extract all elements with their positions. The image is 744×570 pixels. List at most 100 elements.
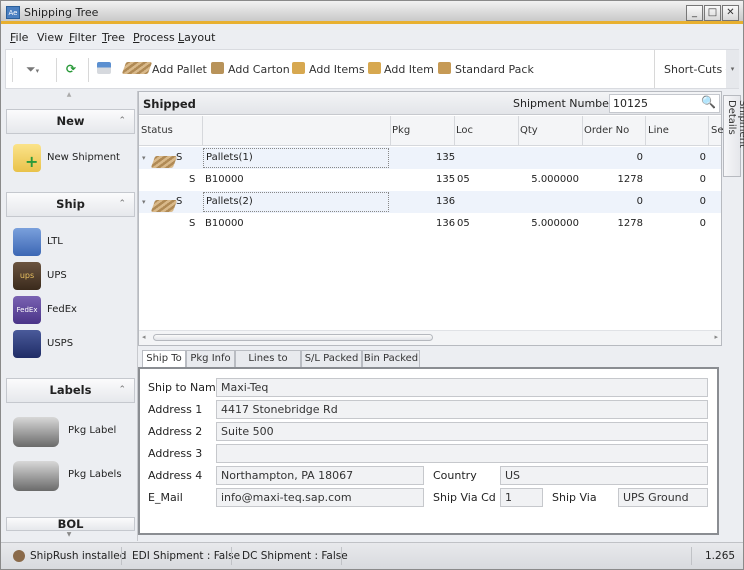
refresh-icon[interactable]: ⟳ (66, 62, 76, 76)
edi-status: EDI Shipment : False (132, 550, 241, 562)
toolbar-overflow-button[interactable]: ▾ (726, 50, 739, 88)
status-bar: ShipRush installed EDI Shipment : False … (1, 542, 743, 569)
ship-to-name-field[interactable]: Maxi-Teq (216, 378, 708, 397)
filter-dropdown-button[interactable]: ⏷▾ (26, 62, 39, 77)
add-carton-button[interactable]: Add Carton (228, 63, 290, 76)
new-shipment-icon: + (13, 144, 41, 172)
column-order-no[interactable]: Order No (584, 125, 629, 136)
expand-icon[interactable]: ▾ (142, 198, 146, 206)
window-title: Shipping Tree (24, 6, 99, 19)
menu-view[interactable]: View (37, 31, 63, 44)
table-row[interactable]: S B10000 135 05 5.000000 1278 0 (139, 169, 721, 191)
column-qty[interactable]: Qty (520, 125, 538, 136)
scroll-right-icon[interactable]: ▸ (714, 333, 718, 341)
name-cell[interactable]: Pallets(1) (203, 148, 389, 168)
shortcuts-label: Short-Cuts (664, 63, 723, 76)
menu-process[interactable]: Process (133, 31, 175, 44)
sidebar-item-ltl[interactable]: LTL (13, 228, 133, 258)
scroll-up-button[interactable]: ▲ (1, 91, 137, 101)
sidebar-item-ups[interactable]: ups UPS (13, 262, 133, 292)
address1-field[interactable]: 4417 Stonebridge Rd (216, 400, 708, 419)
sidebar-item-label: USPS (47, 338, 74, 349)
address2-field[interactable]: Suite 500 (216, 422, 708, 441)
column-line[interactable]: Line (648, 125, 669, 136)
name-cell[interactable]: B10000 (205, 174, 244, 185)
pkg-cell: 136 (436, 196, 456, 207)
minimize-button[interactable]: _ (686, 5, 703, 21)
address2-label: Address 2 (148, 425, 203, 438)
menu-filter[interactable]: Filter (69, 31, 96, 44)
name-cell[interactable]: Pallets(2) (203, 192, 389, 212)
pkg-cell: 135 (436, 174, 456, 185)
ship-to-panel: Ship to Name Maxi-Teq Address 1 4417 Sto… (138, 367, 719, 535)
tab-bin-packed[interactable]: Bin Packed (362, 350, 420, 368)
scroll-left-icon[interactable]: ◂ (142, 333, 146, 341)
shipment-details-label: Shipment Details (726, 100, 744, 148)
country-field[interactable]: US (500, 466, 708, 485)
address3-field[interactable] (216, 444, 708, 463)
tab-lines-to-pack[interactable]: Lines to Pack (235, 350, 301, 380)
group-ship[interactable]: Ship ⌃ (6, 192, 135, 217)
tab-sl-packed[interactable]: S/L Packed (301, 350, 362, 368)
column-loc[interactable]: Loc (456, 125, 473, 136)
group-labels[interactable]: Labels ⌃ (6, 378, 135, 403)
status-cell: S (189, 174, 196, 185)
menu-tree[interactable]: Tree (102, 31, 125, 44)
status-cell: S (176, 196, 183, 207)
layout-icon[interactable] (97, 62, 111, 74)
shipment-details-tab[interactable]: Shipment Details (723, 95, 744, 177)
add-items-button[interactable]: Add Items (309, 63, 365, 76)
standard-pack-button[interactable]: Standard Pack (455, 63, 534, 76)
order-no-cell: 1278 (617, 174, 643, 185)
name-cell[interactable]: B10000 (205, 218, 244, 229)
maximize-button[interactable]: □ (704, 5, 721, 21)
add-item-button[interactable]: Add Item (384, 63, 434, 76)
add-item-icon (368, 62, 381, 74)
group-new[interactable]: New ⌃ (6, 109, 135, 134)
column-pkg[interactable]: Pkg (392, 125, 410, 136)
close-button[interactable]: ✕ (722, 5, 739, 21)
sidebar-item-pkg-label[interactable]: Pkg Label (13, 417, 133, 451)
menu-file[interactable]: File (10, 31, 28, 44)
grid-title: Shipped (143, 97, 196, 111)
expand-icon[interactable]: ▾ (142, 154, 146, 162)
toolbar-grip (12, 58, 13, 82)
sidebar-item-label: UPS (47, 270, 67, 281)
ship-via-cd-field[interactable]: 1 (500, 488, 543, 507)
truck-icon (13, 228, 41, 256)
scrollbar-thumb[interactable] (153, 334, 433, 341)
email-label: E_Mail (148, 491, 183, 504)
table-row[interactable]: ▾ S Pallets(1) 135 0 0 (139, 147, 721, 169)
shortcuts-dropdown[interactable]: Short-Cuts ▾ (664, 63, 729, 76)
column-status[interactable]: Status (141, 125, 173, 136)
qty-cell: 5.000000 (531, 218, 579, 229)
line-cell: 0 (699, 152, 706, 163)
order-no-cell: 0 (636, 196, 643, 207)
sidebar-item-new-shipment[interactable]: + New Shipment (13, 144, 133, 174)
sidebar-item-fedex[interactable]: FedEx FedEx (13, 296, 133, 326)
country-label: Country (433, 469, 477, 482)
tab-pkg-info[interactable]: Pkg Info (186, 350, 235, 368)
status-cell: S (189, 218, 196, 229)
standard-pack-icon (438, 62, 451, 74)
sidebar-item-usps[interactable]: USPS (13, 330, 133, 360)
add-pallet-button[interactable]: Add Pallet (152, 63, 207, 76)
group-new-label: New (56, 114, 85, 128)
address4-field[interactable]: Northampton, PA 18067 (216, 466, 424, 485)
search-icon[interactable]: 🔍 (701, 95, 716, 109)
column-se[interactable]: Se (711, 125, 724, 136)
email-field[interactable]: info@maxi-teq.sap.com (216, 488, 424, 507)
group-labels-label: Labels (49, 383, 92, 397)
scroll-down-button[interactable]: ▼ (1, 531, 137, 541)
table-row[interactable]: S B10000 136 05 5.000000 1278 0 (139, 213, 721, 235)
group-bol[interactable]: BOL (6, 517, 135, 531)
menu-layout[interactable]: Layout (178, 31, 215, 44)
shipment-number-input[interactable]: 10125 🔍 (609, 94, 720, 113)
ship-via-field[interactable]: UPS Ground (618, 488, 708, 507)
pkg-cell: 135 (436, 152, 456, 163)
sidebar: ▲ New ⌃ + New Shipment Ship ⌃ LTL ups UPS … (1, 91, 138, 541)
sidebar-item-pkg-labels[interactable]: Pkg Labels (13, 461, 133, 495)
horizontal-scrollbar[interactable]: ◂ ▸ (139, 330, 721, 345)
table-row[interactable]: ▾ S Pallets(2) 136 0 0 (139, 191, 721, 213)
pkg-cell: 136 (436, 218, 456, 229)
